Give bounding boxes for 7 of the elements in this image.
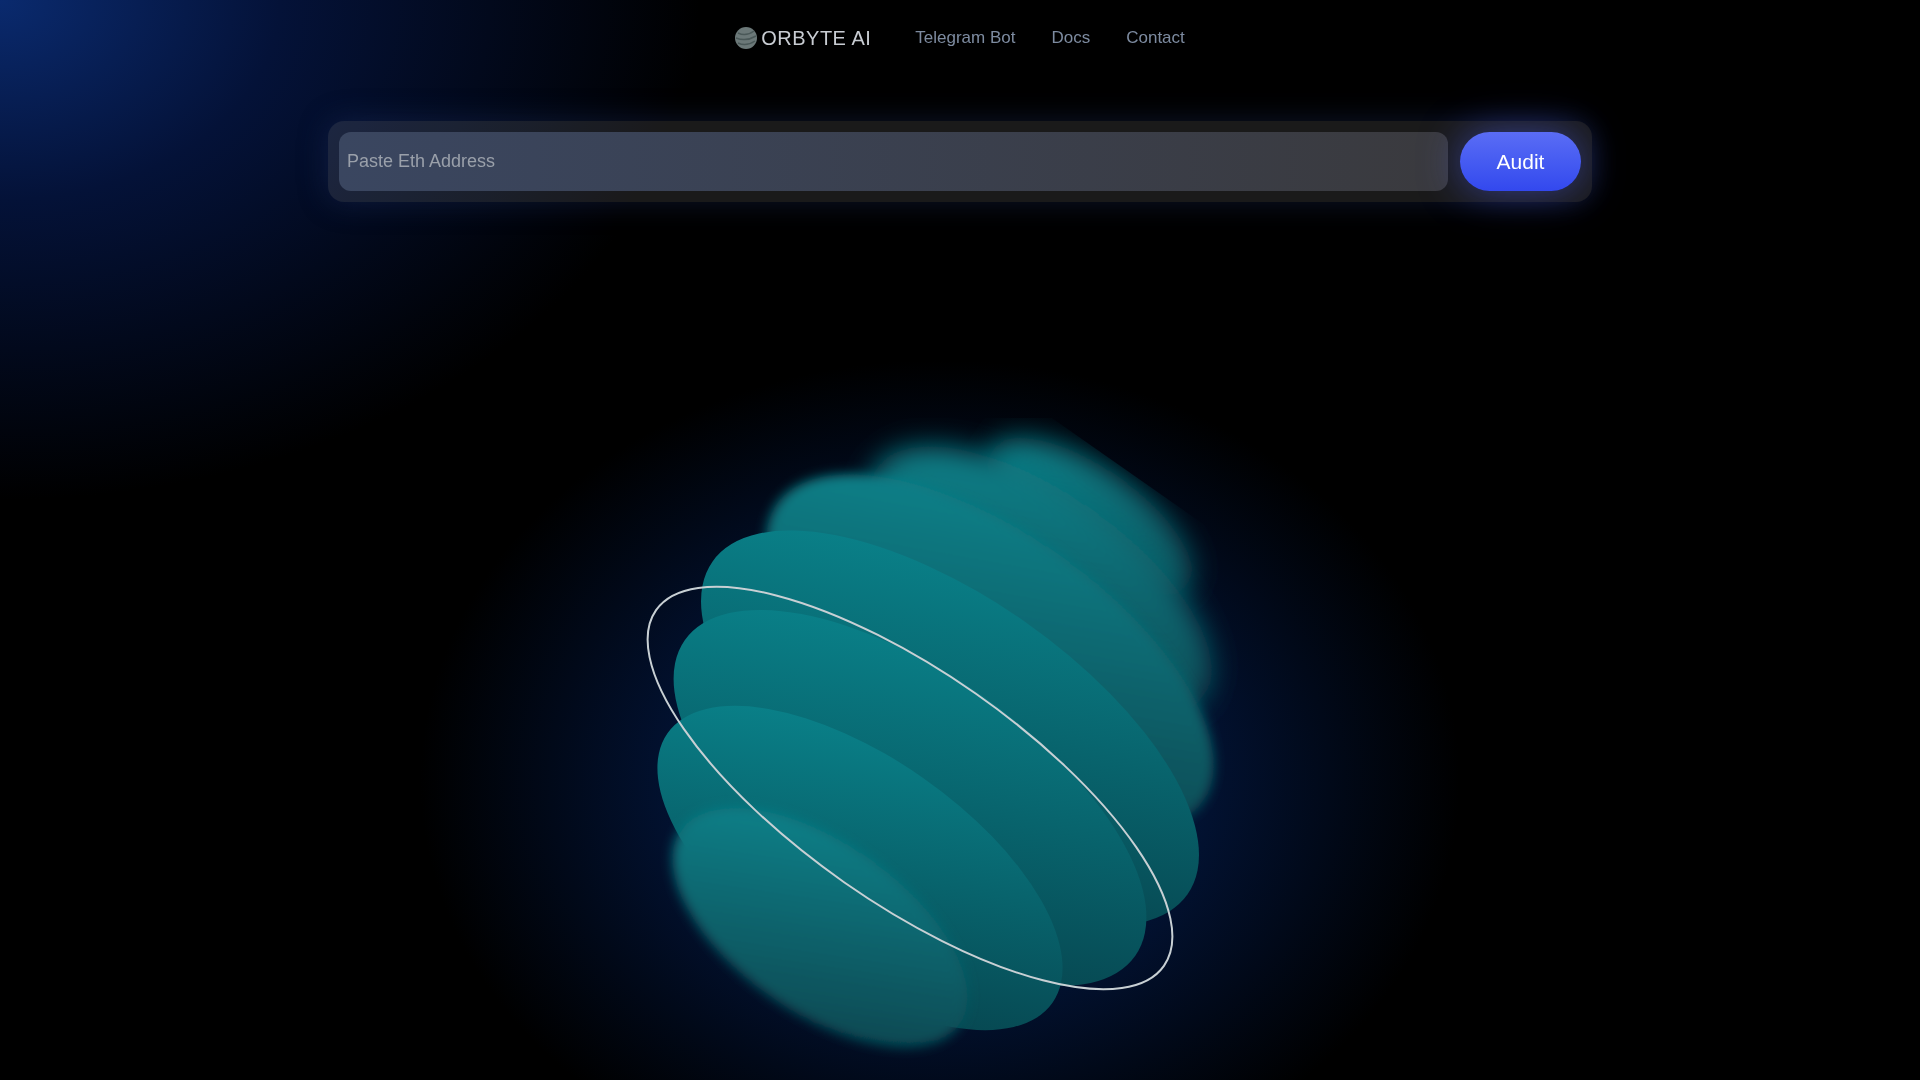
brand-name[interactable]: ORBYTE AI xyxy=(761,23,872,53)
address-input[interactable]: Paste Eth Address xyxy=(339,132,1448,191)
nav-link[interactable]: Docs xyxy=(1051,25,1091,51)
audit-button[interactable]: Audit xyxy=(1460,132,1581,191)
orb-logo-icon xyxy=(735,27,758,49)
nav-link[interactable]: Contact xyxy=(1126,25,1185,51)
nav-link[interactable]: Telegram Bot xyxy=(915,25,1016,51)
